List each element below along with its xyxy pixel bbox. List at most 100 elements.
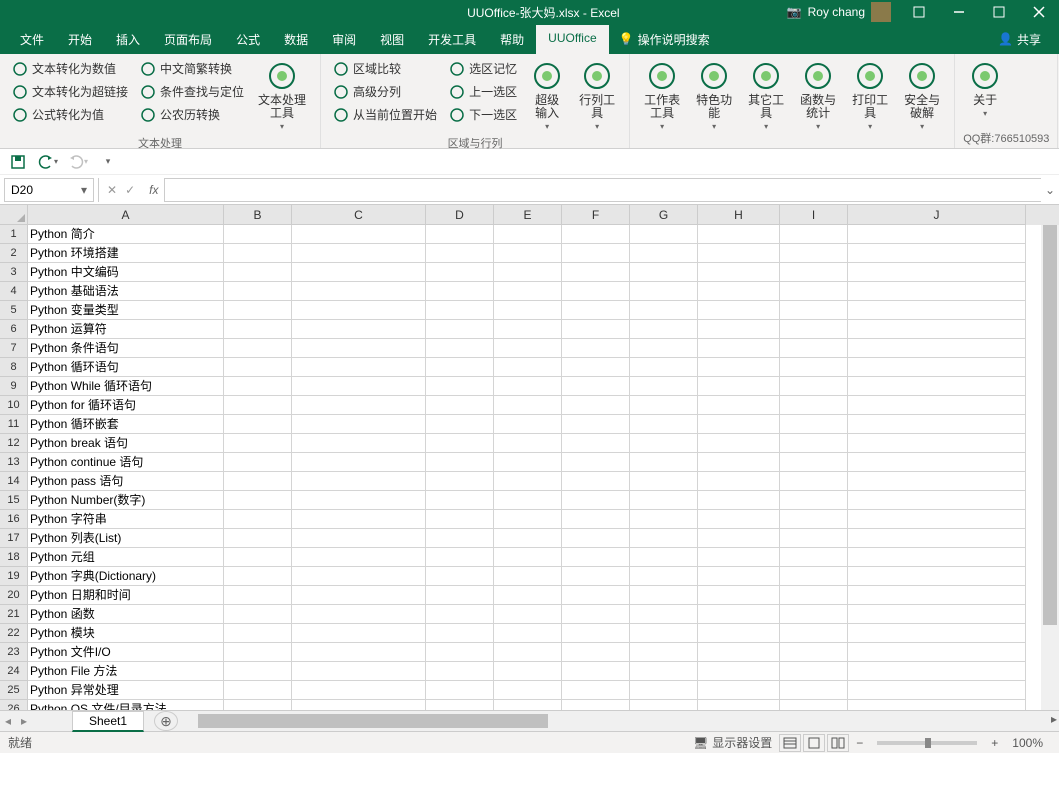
cell[interactable] [630,548,698,567]
maximize-button[interactable] [979,0,1019,24]
cell[interactable] [426,510,494,529]
cell[interactable] [780,624,848,643]
cell[interactable]: Python 基础语法 [28,282,224,301]
cell[interactable] [698,244,780,263]
cell[interactable] [698,263,780,282]
cell[interactable] [494,681,562,700]
zoom-out-button[interactable]: − [850,736,869,750]
cell[interactable] [848,662,1026,681]
cell[interactable] [780,681,848,700]
cell[interactable] [630,244,698,263]
col-header-J[interactable]: J [848,205,1026,225]
cell[interactable] [562,586,630,605]
ribbon-security-button[interactable]: 安全与 破解▾ [898,58,946,144]
cell[interactable] [630,453,698,472]
row-header[interactable]: 10 [0,396,28,415]
cell[interactable] [292,320,426,339]
cell[interactable] [780,472,848,491]
row-header[interactable]: 24 [0,662,28,681]
cell[interactable]: Python 列表(List) [28,529,224,548]
col-header-A[interactable]: A [28,205,224,225]
cell[interactable] [848,339,1026,358]
cell[interactable] [698,662,780,681]
cell[interactable] [630,700,698,711]
cell[interactable] [292,624,426,643]
cell[interactable] [698,548,780,567]
cell[interactable] [292,396,426,415]
cell[interactable] [292,377,426,396]
cell[interactable]: Python 运算符 [28,320,224,339]
row-header[interactable]: 7 [0,339,28,358]
row-header[interactable]: 6 [0,320,28,339]
cell[interactable]: Python While 循环语句 [28,377,224,396]
cell[interactable] [630,472,698,491]
cell[interactable] [780,225,848,244]
cell[interactable] [698,586,780,605]
cell[interactable] [780,586,848,605]
cell[interactable] [630,377,698,396]
cell[interactable] [494,624,562,643]
cell[interactable] [224,681,292,700]
cell[interactable] [848,282,1026,301]
cell[interactable] [292,586,426,605]
cell[interactable] [224,244,292,263]
cell[interactable] [292,339,426,358]
cell[interactable] [562,244,630,263]
cell[interactable] [426,320,494,339]
cell[interactable] [848,510,1026,529]
cell[interactable] [292,529,426,548]
row-header[interactable]: 18 [0,548,28,567]
cell[interactable] [426,624,494,643]
cell[interactable] [698,320,780,339]
row-header[interactable]: 20 [0,586,28,605]
cell[interactable] [292,453,426,472]
cell[interactable] [494,548,562,567]
fx-icon[interactable]: fx [143,183,164,197]
cell[interactable] [698,681,780,700]
cell[interactable]: Python 简介 [28,225,224,244]
zoom-thumb[interactable] [925,738,931,748]
cell[interactable] [426,491,494,510]
cell[interactable] [630,681,698,700]
cell[interactable]: Python for 循环语句 [28,396,224,415]
cell[interactable] [698,529,780,548]
cell[interactable] [494,529,562,548]
share-button[interactable]: 👤 共享 [988,31,1051,48]
cell[interactable] [292,282,426,301]
cell[interactable] [630,491,698,510]
ribbon-func-button[interactable]: 函数与 统计▾ [794,58,842,144]
cell[interactable] [224,700,292,711]
ribbon-print-button[interactable]: 打印工 具▾ [846,58,894,144]
cell[interactable] [698,225,780,244]
cell[interactable]: Python 元组 [28,548,224,567]
cell[interactable] [494,244,562,263]
cell[interactable] [494,263,562,282]
page-break-button[interactable] [827,734,849,752]
cell[interactable] [292,263,426,282]
cell[interactable] [494,662,562,681]
cell[interactable] [848,491,1026,510]
cell[interactable] [780,605,848,624]
cell[interactable] [562,567,630,586]
horizontal-scrollbar[interactable]: ▸ [198,712,1059,730]
cell[interactable] [562,263,630,282]
cell[interactable] [562,662,630,681]
cell[interactable] [494,491,562,510]
menu-tab-文件[interactable]: 文件 [8,25,56,54]
cell[interactable] [292,643,426,662]
cell[interactable] [494,225,562,244]
cell[interactable] [292,225,426,244]
cell[interactable] [292,491,426,510]
cell[interactable] [562,415,630,434]
cell[interactable]: Python 循环嵌套 [28,415,224,434]
cell[interactable] [630,320,698,339]
cell[interactable] [780,301,848,320]
cell[interactable] [426,586,494,605]
chevron-down-icon[interactable]: ▾ [81,183,87,197]
cell[interactable] [562,282,630,301]
accept-formula-button[interactable]: ✓ [125,183,135,197]
cell[interactable] [494,643,562,662]
cell[interactable] [292,605,426,624]
cell[interactable] [780,244,848,263]
row-header[interactable]: 17 [0,529,28,548]
